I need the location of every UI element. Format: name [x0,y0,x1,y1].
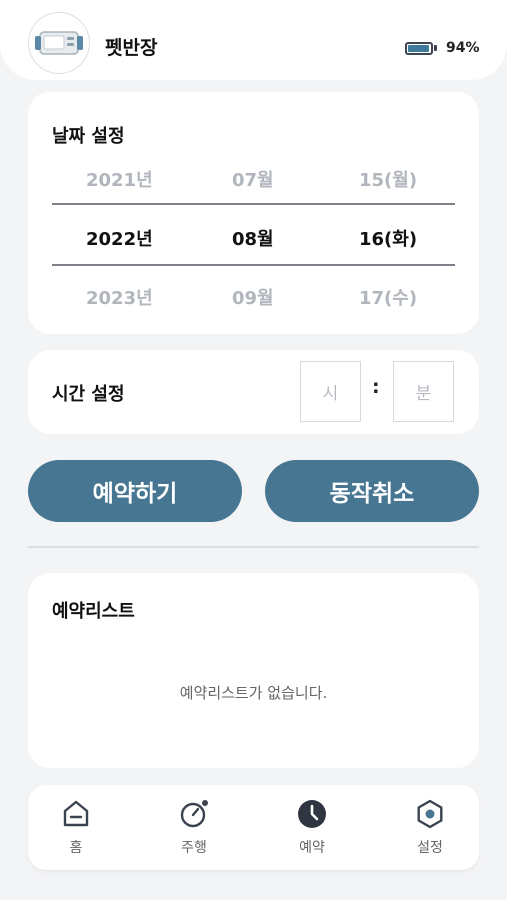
hour-input[interactable]: 시 [300,361,361,422]
cancel-action-button[interactable]: 동작취소 [265,460,479,522]
nav-label-drive: 주행 [181,840,207,856]
time-setting-title: 시간 설정 [52,384,125,405]
month-selected[interactable]: 08월 [232,225,274,251]
minute-input[interactable]: 분 [393,361,454,422]
home-icon [63,800,89,827]
picker-selection-top-line [52,203,455,205]
settings-icon [417,799,443,829]
date-picker-row-selected[interactable]: 2022년 08월 16(화) [52,225,455,255]
month-option[interactable]: 09월 [232,284,274,310]
nav-item-reservation[interactable]: 예약 [267,785,357,870]
picker-selection-bottom-line [52,264,455,266]
date-picker-row-next[interactable]: 2023년 09월 17(수) [52,284,455,314]
device-name: 펫반장 [105,37,158,59]
date-setting-card: 날짜 설정 2021년 07월 15(월) 2022년 08월 16(화) 20… [28,92,479,334]
battery-percent: 94% [446,40,480,56]
device-avatar[interactable] [28,12,90,74]
reservation-list-title: 예약리스트 [52,601,135,622]
section-divider [28,546,479,548]
battery-status: 94% [405,40,480,56]
battery-icon [405,41,433,55]
year-selected[interactable]: 2022년 [86,225,153,251]
drive-icon [180,800,208,828]
nav-item-settings[interactable]: 설정 [385,785,475,870]
nav-label-reservation: 예약 [299,840,325,856]
app-header: 펫반장 94% [0,0,507,80]
time-setting-card: 시간 설정 시 : 분 [28,350,479,434]
nav-item-home[interactable]: 홈 [31,785,121,870]
bottom-navigation: 홈 주행 예약 설정 [28,785,479,870]
nav-label-settings: 설정 [417,840,443,856]
year-option[interactable]: 2023년 [86,284,153,310]
day-option[interactable]: 15(월) [359,166,417,192]
date-picker-row-prev[interactable]: 2021년 07월 15(월) [52,166,455,196]
day-option[interactable]: 17(수) [359,284,417,310]
reservation-list-card: 예약리스트 예약리스트가 없습니다. [28,573,479,768]
nav-item-drive[interactable]: 주행 [149,785,239,870]
month-option[interactable]: 07월 [232,166,274,192]
reserve-button[interactable]: 예약하기 [28,460,242,522]
empty-list-message: 예약리스트가 없습니다. [179,684,328,702]
clock-icon [298,800,326,828]
nav-label-home: 홈 [69,840,83,856]
year-option[interactable]: 2021년 [86,166,153,192]
robot-device-icon [35,31,83,55]
time-separator: : [372,376,380,398]
date-setting-title: 날짜 설정 [52,126,125,147]
day-selected[interactable]: 16(화) [359,225,417,251]
